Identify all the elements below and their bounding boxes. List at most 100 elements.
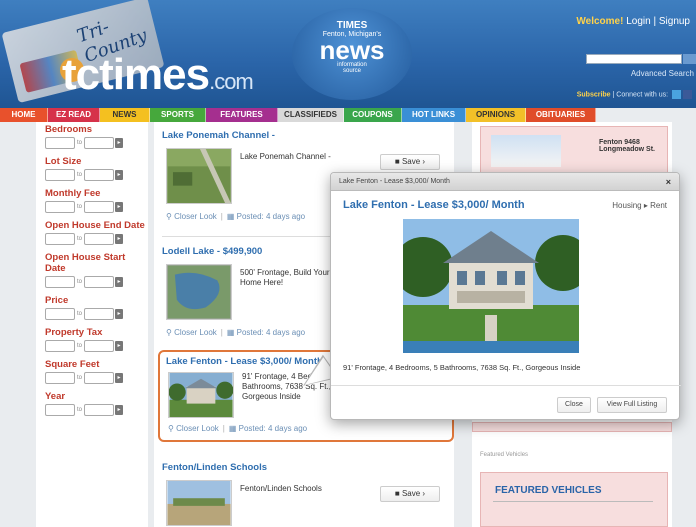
posted-time: ▦ Posted: 4 days ago	[226, 328, 306, 337]
closer-look-link[interactable]: ⚲ Closer Look	[168, 424, 219, 433]
subscribe-link[interactable]: Subscribe	[577, 91, 611, 98]
site-header: Tri-County tctimes.com TIMES Fenton, Mic…	[0, 0, 696, 108]
nav-item-sports[interactable]: SPORTS	[150, 108, 206, 122]
filter-label: Year	[45, 391, 66, 402]
filter-go-button[interactable]: ▸	[115, 405, 124, 415]
filter-range: to ▸	[45, 201, 148, 213]
property-ad-text: Fenton 9468 Longmeadow St.	[599, 139, 655, 153]
welcome-text: Welcome!	[576, 16, 624, 27]
filter-go-button[interactable]: ▸	[115, 138, 124, 148]
filter-to-label: to	[77, 140, 83, 146]
filter-range: to ▸	[45, 340, 148, 352]
filter-to-label: to	[77, 172, 83, 178]
listing-thumbnail[interactable]	[168, 372, 234, 418]
nav-item-classifieds[interactable]: CLASSIFIEDS	[278, 108, 344, 122]
search-button[interactable]	[683, 54, 696, 64]
listing-description: Lake Ponemah Channel -	[240, 152, 331, 161]
filter-label: Property Tax	[45, 327, 103, 338]
filter-go-button[interactable]: ▸	[115, 373, 124, 383]
listing-photo	[403, 219, 579, 353]
filter-label: Open House End Date	[45, 220, 145, 231]
popup-bar-title: Lake Fenton - Lease $3,000/ Month	[339, 178, 450, 185]
filter-label: Price	[45, 295, 69, 306]
listing-title[interactable]: Lake Fenton - Lease $3,000/ Month	[166, 356, 323, 367]
save-button[interactable]: ■ Save ›	[380, 154, 440, 170]
badge-info-2: source	[342, 68, 361, 74]
advanced-search-link[interactable]: Advanced Search	[631, 69, 694, 78]
filter-min-input[interactable]	[45, 137, 75, 149]
posted-label: Posted: 4 days ago	[238, 424, 308, 433]
popup-titlebar: Lake Fenton - Lease $3,000/ Month ×	[331, 173, 679, 191]
filter-min-input[interactable]	[45, 201, 75, 213]
filter-range: to ▸	[45, 137, 148, 149]
signup-link[interactable]: Signup	[659, 16, 690, 27]
listing-thumbnail[interactable]	[166, 480, 232, 526]
view-full-listing-button[interactable]: View Full Listing	[597, 397, 667, 413]
listing-thumbnail[interactable]	[166, 264, 232, 320]
filter-max-input[interactable]	[84, 308, 115, 320]
filter-max-input[interactable]	[84, 201, 115, 213]
logo-com: .com	[209, 69, 254, 94]
filter-min-input[interactable]	[45, 276, 75, 288]
nav-item-hot-links[interactable]: HOT LINKS	[402, 108, 466, 122]
nav-item-obituaries[interactable]: OBITUARIES	[526, 108, 596, 122]
nav-item-ez-read[interactable]: EZ READ	[48, 108, 100, 122]
subscribe-bar: Subscribe | Connect with us:	[577, 90, 692, 99]
site-logo[interactable]: tctimes.com	[62, 50, 254, 100]
filter-max-input[interactable]	[84, 340, 115, 352]
listing-title[interactable]: Fenton/Linden Schools	[162, 462, 446, 473]
twitter-icon[interactable]	[672, 90, 681, 99]
listing-preview-popup: Lake Fenton - Lease $3,000/ Month × Lake…	[330, 172, 681, 420]
filter-min-input[interactable]	[45, 372, 75, 384]
filter-label: Square Feet	[45, 359, 100, 370]
posted-time: ▦ Posted: 4 days ago	[228, 424, 308, 433]
filter-range: to ▸	[45, 233, 148, 245]
popup-breadcrumb[interactable]: Housing ▸ Rent	[612, 201, 667, 210]
featured-vehicles-box[interactable]: FEATURED VEHICLES	[480, 472, 668, 527]
filter-go-button[interactable]: ▸	[115, 202, 124, 212]
filter-max-input[interactable]	[84, 372, 115, 384]
filter-min-input[interactable]	[45, 340, 75, 352]
nav-item-opinions[interactable]: OPINIONS	[466, 108, 526, 122]
filter-go-button[interactable]: ▸	[115, 341, 124, 351]
property-ad-image	[491, 135, 561, 167]
save-button[interactable]: ■ Save ›	[380, 486, 440, 502]
nav-item-features[interactable]: FEATURES	[206, 108, 278, 122]
listing-title[interactable]: Lake Ponemah Channel -	[162, 130, 446, 141]
posted-label: Posted: 4 days ago	[236, 328, 306, 337]
close-icon[interactable]: ×	[666, 173, 671, 191]
filter-range: to ▸	[45, 372, 148, 384]
filter-go-button[interactable]: ▸	[115, 170, 124, 180]
search-input[interactable]	[586, 54, 682, 64]
filter-max-input[interactable]	[84, 404, 115, 416]
nav-item-coupons[interactable]: COUPONS	[344, 108, 402, 122]
filter-min-input[interactable]	[45, 308, 75, 320]
filter-go-button[interactable]: ▸	[115, 309, 124, 319]
listing-thumbnail[interactable]	[166, 148, 232, 204]
filter-min-input[interactable]	[45, 169, 75, 181]
filter-max-input[interactable]	[84, 169, 115, 181]
filter-range: to ▸	[45, 308, 148, 320]
filter-go-button[interactable]: ▸	[115, 234, 124, 244]
listing-footer: ⚲ Closer Look | ▦ Posted: 4 days ago	[166, 328, 306, 337]
filter-min-input[interactable]	[45, 404, 75, 416]
close-button[interactable]: Close	[557, 397, 591, 413]
filter-min-input[interactable]	[45, 233, 75, 245]
filter-max-input[interactable]	[84, 233, 115, 245]
closer-look-label: Closer Look	[174, 328, 217, 337]
filter-max-input[interactable]	[84, 276, 115, 288]
nav-item-news[interactable]: NEWS	[100, 108, 150, 122]
filter-panel: Bedrooms to ▸ Lot Size to ▸ Monthly Fee to ▸ Open…	[36, 122, 148, 527]
filter-go-button[interactable]: ▸	[115, 277, 124, 287]
facebook-icon[interactable]	[683, 90, 692, 99]
property-ad[interactable]: Fenton 9468 Longmeadow St.	[480, 126, 668, 176]
filter-max-input[interactable]	[84, 137, 115, 149]
filter-range: to ▸	[45, 169, 148, 181]
closer-look-link[interactable]: ⚲ Closer Look	[166, 212, 217, 221]
filter-to-label: to	[77, 407, 83, 413]
login-link[interactable]: Login	[626, 16, 650, 27]
popup-title[interactable]: Lake Fenton - Lease $3,000/ Month	[343, 199, 525, 211]
filter-to-label: to	[77, 375, 83, 381]
nav-item-home[interactable]: HOME	[0, 108, 48, 122]
closer-look-link[interactable]: ⚲ Closer Look	[166, 328, 217, 337]
